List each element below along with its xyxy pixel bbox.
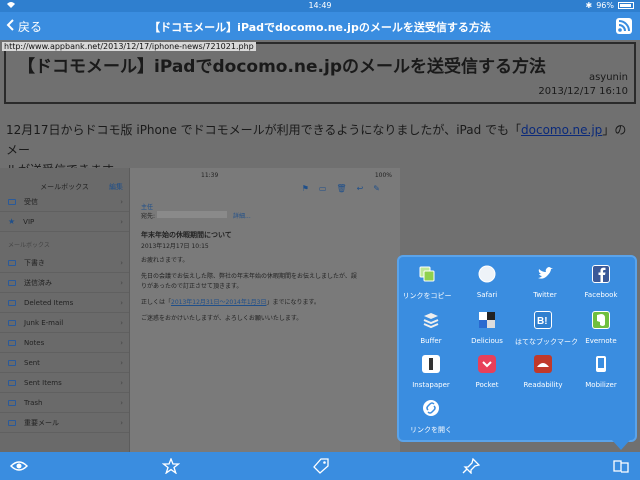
- embedded-battery: 100%: [374, 172, 392, 179]
- tag-icon[interactable]: [312, 458, 330, 474]
- share-safari[interactable]: Safari: [459, 265, 515, 299]
- evernote-icon: [592, 311, 610, 329]
- share-delicious[interactable]: Delicious: [459, 311, 515, 345]
- share-pocket[interactable]: Pocket: [459, 355, 515, 389]
- folder-icon: [8, 319, 16, 326]
- article-screenshot: メールボックス 編集 受信 › ★ VIP › メールボックス 下書き › 送信済み › …: [0, 168, 400, 452]
- share-readability[interactable]: Readability: [515, 355, 571, 389]
- status-time: 14:49: [308, 1, 332, 10]
- mail-date: 2013年12月17日 10:15: [141, 243, 209, 250]
- article-title: 【ドコモメール】iPadでdocomo.ne.jpのメールを送受信する方法: [18, 57, 547, 77]
- folder-icon: [8, 379, 16, 386]
- delicious-icon: [478, 311, 496, 329]
- draft-icon: [8, 259, 16, 266]
- mailbox-item: Deleted Items ›: [0, 293, 129, 313]
- battery-percent: 96%: [596, 1, 614, 10]
- mail-line: 正しくは「2013年12月31日〜2014年1月3日」までになります。: [141, 299, 320, 306]
- nav-title: 【ドコモメール】iPadでdocomo.ne.jpのメールを送受信する方法: [149, 21, 491, 34]
- mail-to: 宛先:: [141, 213, 156, 220]
- mail-from: 主任: [141, 204, 154, 211]
- safari-icon: [478, 265, 496, 283]
- pocket-icon: [478, 355, 496, 373]
- redacted-address: [157, 211, 227, 218]
- mailbox-item: ★ VIP ›: [0, 212, 129, 232]
- docomo-link[interactable]: docomo.ne.jp: [521, 123, 602, 137]
- article-header: 【ドコモメール】iPadでdocomo.ne.jpのメールを送受信する方法 as…: [4, 42, 636, 104]
- open-link-icon: [422, 399, 440, 417]
- mailbox-item: 受信 ›: [0, 192, 129, 212]
- embedded-time: 11:39: [201, 172, 219, 179]
- twitter-icon: [536, 265, 554, 283]
- share-open-link[interactable]: リンクを開く: [403, 399, 459, 435]
- share-popover: リンクをコピー Safari Twitter Facebook Buffer D…: [397, 255, 637, 442]
- share-hatena[interactable]: B! はてなブックマーク: [515, 311, 578, 347]
- mobilizer-icon: [592, 355, 610, 373]
- sent-icon: [8, 279, 16, 286]
- folder-icon: [8, 359, 16, 366]
- mail-subject: 年末年始の休暇期間について: [141, 231, 232, 239]
- status-bar: 14:49 ✱ 96%: [0, 0, 640, 12]
- readability-icon: [534, 355, 552, 373]
- folder-icon: [8, 299, 16, 306]
- mail-detail-link: 詳細...: [233, 213, 251, 220]
- mail-toolbar-icons: ⚑▭🗑↩✎: [301, 184, 390, 193]
- instapaper-icon: [422, 355, 440, 373]
- svg-text:B!: B!: [537, 316, 548, 327]
- mail-line: りがあったので訂正させて頂きます。: [141, 283, 243, 290]
- mail-detail: 11:39 100% ⚑▭🗑↩✎ 主任 宛先: 詳細... 年末年始の休暇期間に…: [131, 168, 400, 452]
- share-instapaper[interactable]: Instapaper: [403, 355, 459, 389]
- mailbox-item: Junk E-mail ›: [0, 313, 129, 333]
- article-url: http://www.appbank.net/2013/12/17/iphone…: [2, 42, 256, 51]
- share-twitter[interactable]: Twitter: [517, 265, 573, 299]
- inbox-icon: [8, 198, 16, 205]
- share-copy-link[interactable]: リンクをコピー: [399, 265, 455, 301]
- bottom-toolbar: [0, 452, 640, 480]
- bluetooth-icon: ✱: [585, 1, 593, 10]
- folder-icon: [8, 339, 16, 346]
- mail-line: ご迷惑をおかけいたしますが、よろしくお願いいたします。: [141, 315, 303, 322]
- mail-line: 先日の会議でお伝えした際、弊社の年末年始の休暇期間をお伝えしましたが、誤: [141, 273, 357, 280]
- mailbox-sidebar: メールボックス 編集 受信 › ★ VIP › メールボックス 下書き › 送信済み › …: [0, 168, 130, 452]
- mail-line: お疲れさまです。: [141, 257, 189, 264]
- mailbox-item: 下書き ›: [0, 253, 129, 273]
- star-icon[interactable]: [161, 457, 181, 475]
- article-date: 2013/12/17 16:10: [538, 86, 628, 97]
- share-mobilizer[interactable]: Mobilizer: [573, 355, 629, 389]
- buffer-icon: [422, 311, 440, 329]
- share-facebook[interactable]: Facebook: [573, 265, 629, 299]
- mailbox-item: Trash ›: [0, 393, 129, 413]
- mailbox-item: Sent Items ›: [0, 373, 129, 393]
- hatena-bookmark-icon: B!: [534, 311, 552, 329]
- mailbox-item: Sent ›: [0, 353, 129, 373]
- star-icon: ★: [8, 217, 16, 226]
- mailbox-item: 重要メール ›: [0, 413, 129, 433]
- share-buffer[interactable]: Buffer: [403, 311, 459, 345]
- mailbox-title: メールボックス: [40, 183, 89, 191]
- share-evernote[interactable]: Evernote: [573, 311, 629, 345]
- article-author: asyunin: [588, 72, 628, 83]
- folder-icon: [8, 419, 16, 426]
- share-icon[interactable]: [612, 458, 630, 474]
- popover-arrow: [612, 440, 630, 450]
- mailbox-section-label: メールボックス: [8, 242, 50, 249]
- folder-icon: [8, 399, 16, 406]
- rss-icon[interactable]: [616, 18, 632, 34]
- nav-bar: 戻る 【ドコモメール】iPadでdocomo.ne.jpのメールを送受信する方法: [0, 12, 640, 40]
- facebook-icon: [592, 265, 610, 283]
- mailbox-item: Notes ›: [0, 333, 129, 353]
- battery-icon: [618, 2, 634, 9]
- mailbox-item: 送信済み ›: [0, 273, 129, 293]
- eye-icon[interactable]: [9, 458, 29, 474]
- pin-icon[interactable]: [462, 457, 481, 475]
- copy-link-icon: [418, 265, 436, 283]
